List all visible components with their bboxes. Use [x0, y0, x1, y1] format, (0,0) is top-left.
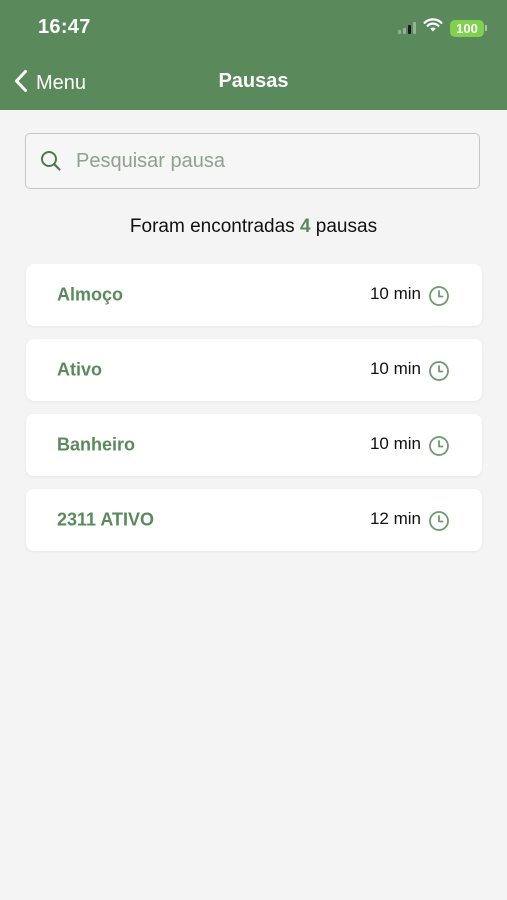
pause-name: 2311 ATIVO: [57, 509, 155, 530]
search-box[interactable]: [25, 133, 480, 189]
pause-item[interactable]: Almoço 10 min: [26, 264, 482, 326]
pause-list: Almoço 10 min Ativo 10 min Banheiro 10 m…: [26, 264, 482, 564]
battery-icon: 100: [450, 19, 487, 37]
clock-icon: [428, 510, 450, 532]
pause-item[interactable]: 2311 ATIVO 12 min: [26, 489, 482, 551]
pause-name: Almoço: [57, 284, 124, 305]
pause-duration: 10 min: [369, 284, 421, 303]
pause-name: Ativo: [57, 359, 102, 380]
result-count: 4: [299, 216, 311, 237]
pause-item[interactable]: Banheiro 10 min: [26, 414, 482, 476]
wifi-icon: [423, 18, 443, 38]
app-header: 16:47 100 Menu Pausas: [0, 0, 507, 110]
status-bar: 16:47 100: [0, 0, 507, 54]
result-summary: Foram encontradas 4 pausas: [0, 216, 507, 238]
status-time: 16:47: [38, 16, 91, 38]
result-prefix: Foram encontradas: [129, 216, 295, 237]
clock-icon: [428, 360, 450, 382]
status-icons: 100: [398, 18, 487, 38]
battery-level: 100: [450, 19, 484, 37]
clock-icon: [428, 285, 450, 307]
pause-duration: 12 min: [369, 509, 421, 528]
pause-duration: 10 min: [369, 434, 421, 453]
pause-item[interactable]: Ativo 10 min: [26, 339, 482, 401]
search-input[interactable]: [76, 149, 446, 173]
search-icon: [40, 150, 62, 172]
clock-icon: [428, 435, 450, 457]
pause-name: Banheiro: [57, 434, 136, 455]
signal-icon: [398, 22, 416, 34]
result-suffix: pausas: [315, 216, 378, 237]
pause-duration: 10 min: [369, 359, 421, 378]
page-title: Pausas: [218, 70, 289, 92]
